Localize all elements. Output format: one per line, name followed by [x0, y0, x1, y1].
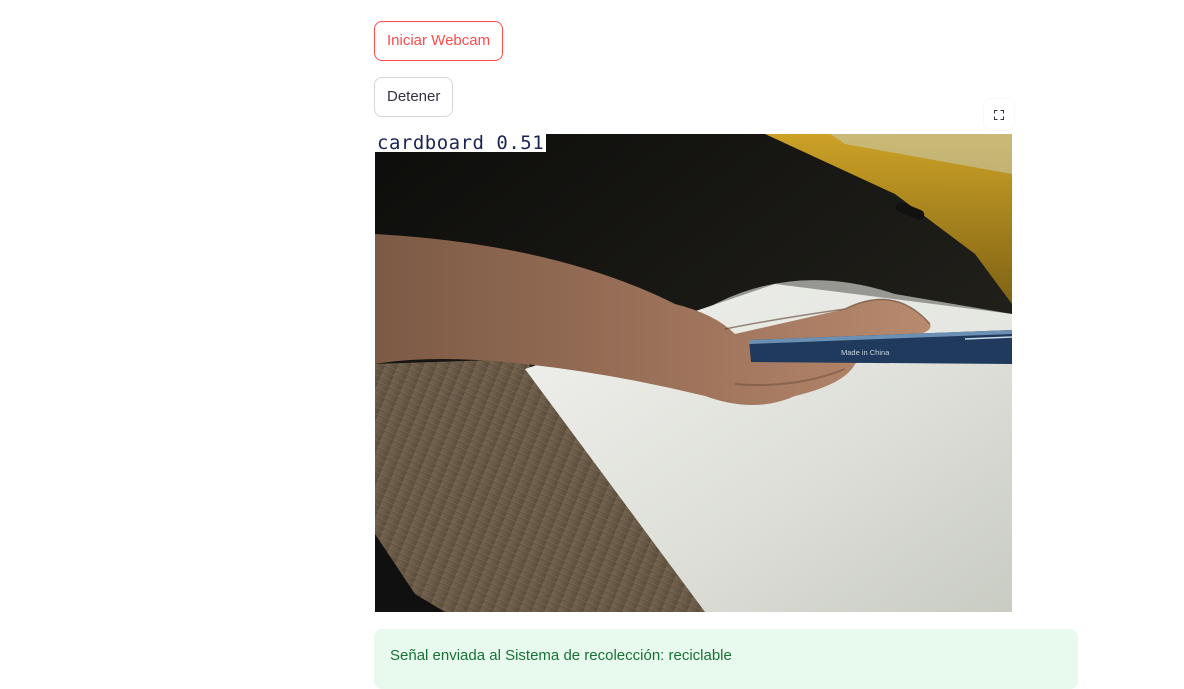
main-content: Iniciar Webcam Detener Made in China car… [374, 0, 1078, 689]
fullscreen-icon [994, 105, 1004, 124]
webcam-frame: Made in China cardboard 0.51 [375, 134, 1012, 612]
webcam-image: Made in China [375, 134, 1012, 612]
detection-label: cardboard 0.51 [375, 134, 547, 154]
status-message: Señal enviada al Sistema de recolección:… [374, 629, 1078, 689]
box-text: Made in China [841, 348, 890, 357]
start-webcam-button[interactable]: Iniciar Webcam [374, 21, 504, 61]
fullscreen-button[interactable] [984, 99, 1014, 129]
stop-button[interactable]: Detener [374, 77, 454, 117]
status-message-text: Señal enviada al Sistema de recolección:… [390, 647, 732, 664]
